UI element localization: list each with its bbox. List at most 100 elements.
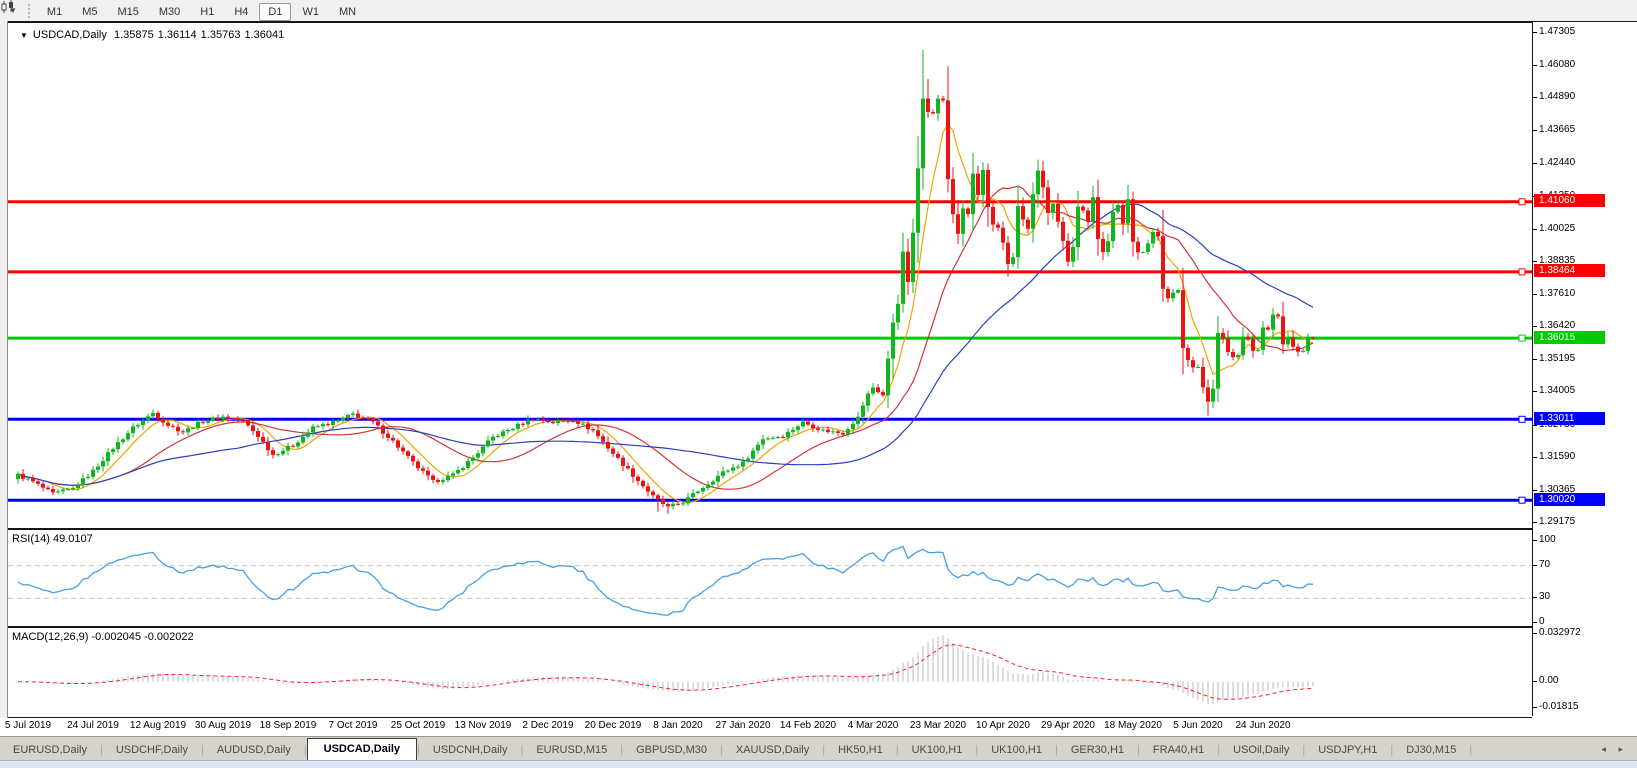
axis-tickmark (1533, 130, 1537, 131)
timeframe-button-d1[interactable]: D1 (259, 3, 291, 21)
timeframe-button-m5[interactable]: M5 (73, 3, 106, 21)
tab-scroll-left-icon[interactable]: ◂ (1601, 744, 1606, 754)
chart-tab-xauusd-daily[interactable]: XAUUSD,Daily (723, 740, 822, 761)
date-label: 5 Jun 2020 (1173, 720, 1223, 731)
price-axis[interactable]: 1.473051.460801.448901.436651.424401.412… (1532, 22, 1637, 716)
toolbar-grip (28, 4, 30, 18)
axis-tickmark (1533, 326, 1537, 327)
price-tick: 1.43665 (1539, 124, 1575, 135)
axis-tickmark (1533, 163, 1537, 164)
chart-tabs: EURUSD,Daily|USDCHF,Daily|AUDUSD,Daily|U… (0, 738, 1472, 761)
terminal-window: ▼ M1M5M15M30H1H4D1W1MN ▼ USDCAD,Daily 1.3… (0, 0, 1637, 768)
price-tick: 1.29175 (1539, 516, 1575, 527)
date-label: 27 Jan 2020 (715, 720, 770, 731)
date-label: 18 May 2020 (1104, 720, 1162, 731)
rsi-tick: 100 (1539, 534, 1556, 545)
macd-tick: 0.00 (1539, 675, 1558, 686)
candlestick-chart-icon[interactable]: ▼ (4, 5, 20, 16)
axis-tickmark (1533, 633, 1537, 634)
chart-tab-bar: EURUSD,Daily|USDCHF,Daily|AUDUSD,Daily|U… (0, 736, 1637, 761)
tab-scroll-right-icon[interactable]: ▸ (1618, 744, 1623, 754)
date-label: 24 Jul 2019 (67, 720, 119, 731)
date-label: 4 Mar 2020 (848, 720, 899, 731)
timeframe-button-h4[interactable]: H4 (225, 3, 257, 21)
tab-scroll-arrows: ◂ ▸ (1591, 744, 1623, 761)
chart-title: ▼USDCAD,Daily 1.358751.361141.357631.360… (20, 29, 288, 41)
date-label: 23 Mar 2020 (910, 720, 966, 731)
chart-tab-usdcnh-daily[interactable]: USDCNH,Daily (420, 740, 521, 761)
rsi-indicator-panel[interactable]: RSI(14) 49.0107 (8, 529, 1532, 627)
ohlc-open: 1.35875 (114, 29, 154, 41)
date-label: 5 Jul 2019 (5, 720, 51, 731)
macd-tick: 0.032972 (1539, 627, 1581, 638)
date-label: 18 Sep 2019 (260, 720, 317, 731)
date-label: 24 Jun 2020 (1235, 720, 1290, 731)
axis-tickmark (1533, 32, 1537, 33)
axis-tickmark (1533, 490, 1537, 491)
axis-tickmark (1533, 359, 1537, 360)
axis-tickmark (1533, 681, 1537, 682)
chart-tab-uk100-h1[interactable]: UK100,H1 (978, 740, 1055, 761)
price-tick: 1.37610 (1539, 288, 1575, 299)
date-label: 10 Apr 2020 (976, 720, 1030, 731)
axis-tickmark (1533, 540, 1537, 541)
date-label: 8 Jan 2020 (653, 720, 703, 731)
chart-tab-uk100-h1[interactable]: UK100,H1 (899, 740, 976, 761)
date-label: 7 Oct 2019 (329, 720, 378, 731)
axis-tickmark (1533, 294, 1537, 295)
hline-price-tag: 1.33011 (1534, 412, 1605, 425)
axis-tickmark (1533, 597, 1537, 598)
chart-tab-ger30-h1[interactable]: GER30,H1 (1058, 740, 1137, 761)
axis-tickmark (1533, 65, 1537, 66)
chart-tab-gbpusd-m30[interactable]: GBPUSD,M30 (623, 740, 720, 761)
timeframe-button-m30[interactable]: M30 (150, 3, 189, 21)
axis-tickmark (1533, 97, 1537, 98)
axis-tickmark (1533, 522, 1537, 523)
price-chart-panel[interactable]: ▼USDCAD,Daily 1.358751.361141.357631.360… (8, 22, 1532, 529)
chart-tab-dj30-m15[interactable]: DJ30,M15 (1393, 740, 1469, 761)
rsi-tick: 30 (1539, 591, 1550, 602)
chart-tab-eurusd-m15[interactable]: EURUSD,M15 (523, 740, 620, 761)
price-tick: 1.47305 (1539, 26, 1575, 37)
chart-tab-eurusd-daily[interactable]: EURUSD,Daily (0, 740, 100, 761)
price-tick: 1.31590 (1539, 451, 1575, 462)
chart-tab-hk50-h1[interactable]: HK50,H1 (825, 740, 896, 761)
axis-tickmark (1533, 565, 1537, 566)
chart-tab-usdjpy-h1[interactable]: USDJPY,H1 (1305, 740, 1390, 761)
timeframe-toolbar: ▼ M1M5M15M30H1H4D1W1MN (0, 0, 1637, 22)
axis-tickmark (1533, 391, 1537, 392)
rsi-tick: 0 (1539, 616, 1545, 627)
date-axis[interactable]: 5 Jul 201924 Jul 201912 Aug 201930 Aug 2… (8, 718, 1532, 735)
timeframe-button-h1[interactable]: H1 (191, 3, 223, 21)
tab-divider: | (1469, 744, 1472, 761)
hline-price-tag: 1.38464 (1534, 264, 1605, 277)
chart-tab-fra40-h1[interactable]: FRA40,H1 (1140, 740, 1217, 761)
axis-tickmark (1533, 457, 1537, 458)
timeframe-button-m15[interactable]: M15 (108, 3, 147, 21)
timeframe-button-mn[interactable]: MN (330, 3, 365, 21)
axis-tickmark (1533, 261, 1537, 262)
date-label: 29 Apr 2020 (1041, 720, 1095, 731)
chart-tab-usdcad-daily[interactable]: USDCAD,Daily (307, 738, 417, 761)
timeframe-button-m1[interactable]: M1 (38, 3, 71, 21)
price-tick: 1.46080 (1539, 59, 1575, 70)
price-tick: 1.34005 (1539, 385, 1575, 396)
hline-price-tag: 1.30020 (1534, 493, 1605, 506)
timeframe-button-w1[interactable]: W1 (293, 3, 328, 21)
rsi-tick: 70 (1539, 559, 1550, 570)
date-label: 30 Aug 2019 (195, 720, 251, 731)
ohlc-close: 1.36041 (244, 29, 284, 41)
chart-tab-usoil-daily[interactable]: USOil,Daily (1220, 740, 1302, 761)
chart-tab-usdchf-daily[interactable]: USDCHF,Daily (103, 740, 201, 761)
status-strip (0, 760, 1637, 768)
date-label: 2 Dec 2019 (522, 720, 573, 731)
macd-indicator-panel[interactable]: MACD(12,26,9) -0.002045 -0.002022 (8, 627, 1532, 718)
chart-tab-audusd-daily[interactable]: AUDUSD,Daily (204, 740, 304, 761)
axis-tickmark (1533, 707, 1537, 708)
hline-price-tag: 1.41060 (1534, 194, 1605, 207)
ohlc-low: 1.35763 (201, 29, 241, 41)
date-label: 14 Feb 2020 (780, 720, 836, 731)
chart-symbol: USDCAD,Daily (33, 29, 107, 41)
window-left-edge (0, 21, 8, 718)
dropdown-triangle-icon[interactable]: ▼ (20, 31, 28, 40)
